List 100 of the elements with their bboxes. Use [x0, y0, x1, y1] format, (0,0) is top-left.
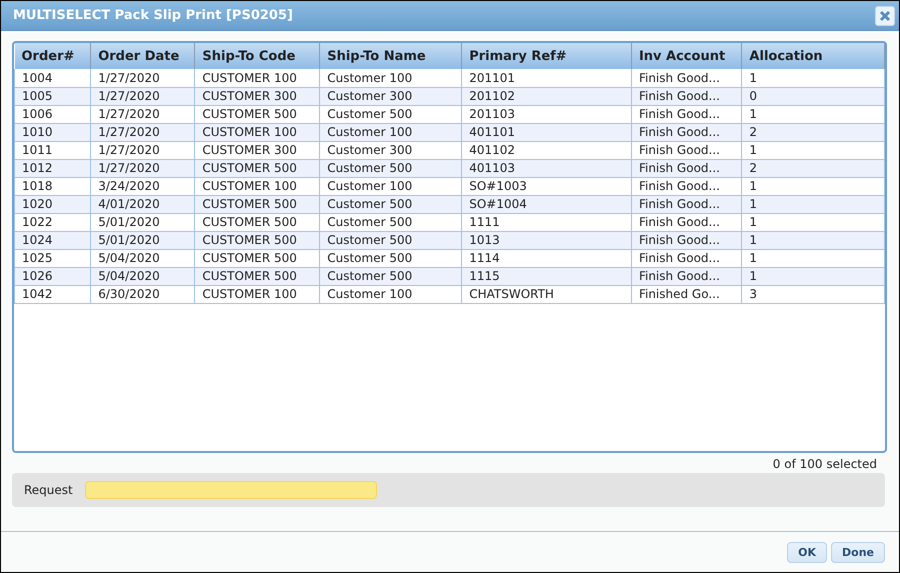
table-cell: Customer 300 — [320, 87, 462, 105]
request-field[interactable] — [84, 481, 377, 499]
table-cell: CUSTOMER 500 — [194, 213, 320, 231]
done-button[interactable]: Done — [831, 542, 885, 562]
table-cell: Customer 300 — [320, 141, 462, 159]
table-cell: 401101 — [462, 123, 632, 141]
table-cell: 1004 — [14, 69, 91, 87]
table-cell: CUSTOMER 500 — [194, 249, 320, 267]
table-cell: Customer 100 — [320, 177, 462, 195]
table-cell: 5/01/2020 — [90, 213, 195, 231]
table-cell: 1 — [742, 213, 884, 231]
table-cell: 3/24/2020 — [90, 177, 195, 195]
table-cell: CUSTOMER 100 — [194, 69, 320, 87]
table-cell: 1018 — [14, 177, 91, 195]
table-cell: 6/30/2020 — [90, 285, 195, 303]
table-cell: 1/27/2020 — [90, 123, 195, 141]
table-cell: 1006 — [14, 105, 91, 123]
table-cell: 5/04/2020 — [90, 249, 195, 267]
table-cell: Customer 500 — [320, 267, 462, 285]
close-button[interactable] — [875, 6, 895, 26]
table-cell: Customer 100 — [320, 123, 462, 141]
table-cell: Customer 500 — [320, 195, 462, 213]
column-header[interactable]: Ship-To Code — [194, 43, 320, 69]
table-cell: 1025 — [14, 249, 91, 267]
table-cell: Finish Good... — [631, 213, 742, 231]
column-header[interactable]: Allocation — [742, 43, 884, 69]
table-cell: Finish Good... — [631, 123, 742, 141]
table-cell: Customer 100 — [320, 285, 462, 303]
request-label: Request — [24, 483, 73, 497]
table-cell: 2 — [742, 159, 884, 177]
table-cell: 1114 — [462, 249, 632, 267]
table-cell: 1010 — [14, 123, 91, 141]
window-title: MULTISELECT Pack Slip Print [PS0205] — [13, 8, 293, 23]
table-cell: Finish Good... — [631, 267, 742, 285]
table-cell: 1/27/2020 — [90, 87, 195, 105]
table-cell: 1 — [742, 231, 884, 249]
table-cell: 1026 — [14, 267, 91, 285]
table-cell: 1 — [742, 267, 884, 285]
table-cell: 201101 — [462, 69, 632, 87]
table-cell: 1 — [742, 249, 884, 267]
table-cell: SO#1003 — [462, 177, 632, 195]
table-cell: 4/01/2020 — [90, 195, 195, 213]
table-cell: Customer 100 — [320, 69, 462, 87]
table-cell: Finish Good... — [631, 141, 742, 159]
table-cell: 0 — [742, 87, 884, 105]
table-cell: Customer 500 — [320, 231, 462, 249]
table-cell: 1/27/2020 — [90, 159, 195, 177]
table-cell: SO#1004 — [462, 195, 632, 213]
table-cell: Finish Good... — [631, 87, 742, 105]
table-cell: CUSTOMER 100 — [194, 123, 320, 141]
table-cell: 5/01/2020 — [90, 231, 195, 249]
table-cell: CHATSWORTH — [462, 285, 632, 303]
table-cell: 1005 — [14, 87, 91, 105]
table-cell: Finish Good... — [631, 249, 742, 267]
column-header[interactable]: Primary Ref# — [462, 43, 632, 69]
table-cell: 401103 — [462, 159, 632, 177]
table-cell: Customer 500 — [320, 249, 462, 267]
table-cell: 1020 — [14, 195, 91, 213]
table-cell: Customer 500 — [320, 159, 462, 177]
close-icon — [879, 10, 891, 22]
table-cell: CUSTOMER 500 — [194, 267, 320, 285]
table-cell: 1115 — [462, 267, 632, 285]
table-cell: CUSTOMER 300 — [194, 141, 320, 159]
table-cell: 201102 — [462, 87, 632, 105]
table-cell: 401102 — [462, 141, 632, 159]
table-cell: Customer 500 — [320, 105, 462, 123]
table-cell: CUSTOMER 100 — [194, 285, 320, 303]
table-cell: CUSTOMER 500 — [194, 231, 320, 249]
table-cell: 1024 — [14, 231, 91, 249]
table-cell: 1 — [742, 195, 884, 213]
table-cell: 5/04/2020 — [90, 267, 195, 285]
column-header[interactable]: Ship-To Name — [320, 43, 462, 69]
table-cell: CUSTOMER 500 — [194, 105, 320, 123]
table-cell: 1111 — [462, 213, 632, 231]
column-header[interactable]: Order Date — [90, 43, 195, 69]
table-cell: 1 — [742, 177, 884, 195]
table-cell: 1 — [742, 141, 884, 159]
table-cell: 2 — [742, 123, 884, 141]
ok-button[interactable]: OK — [787, 542, 828, 562]
column-header[interactable]: Order# — [14, 43, 91, 69]
table-cell: Finish Good... — [631, 69, 742, 87]
table-cell: CUSTOMER 500 — [194, 195, 320, 213]
table-cell: 1013 — [462, 231, 632, 249]
table-cell: 1/27/2020 — [90, 69, 195, 87]
table-cell: 1011 — [14, 141, 91, 159]
table-cell: 3 — [742, 285, 884, 303]
table-cell: 201103 — [462, 105, 632, 123]
column-header[interactable]: Inv Account — [631, 43, 742, 69]
table-cell: Finished Go... — [631, 285, 742, 303]
table-cell: 1 — [742, 105, 884, 123]
table-cell: 1042 — [14, 285, 91, 303]
table-cell: Finish Good... — [631, 195, 742, 213]
table-cell: 1/27/2020 — [90, 105, 195, 123]
selection-count: 0 of 100 selected — [772, 456, 878, 473]
table-cell: Finish Good... — [631, 159, 742, 177]
table-cell: 1/27/2020 — [90, 141, 195, 159]
table-cell: Finish Good... — [631, 177, 742, 195]
table-cell: CUSTOMER 100 — [194, 177, 320, 195]
table-cell: CUSTOMER 500 — [194, 159, 320, 177]
table-cell: 1022 — [14, 213, 91, 231]
